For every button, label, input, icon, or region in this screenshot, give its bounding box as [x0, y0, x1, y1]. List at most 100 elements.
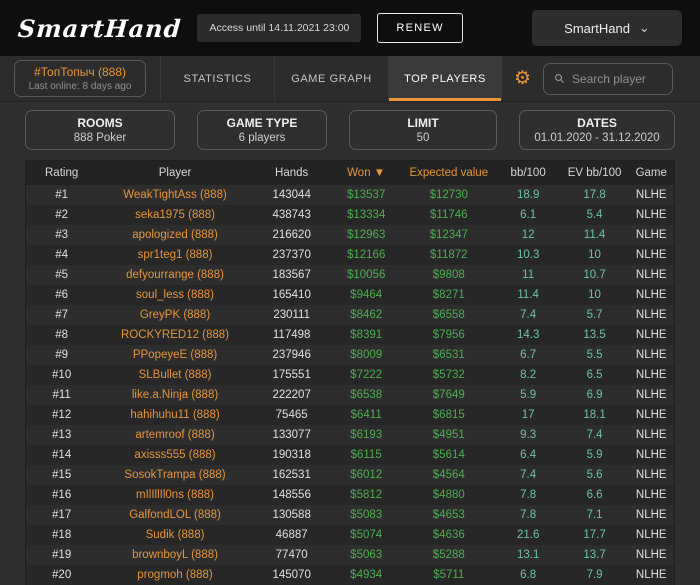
- cell-player[interactable]: WeakTightAss (888): [97, 189, 253, 201]
- column-header-won-[interactable]: Won ▼: [331, 167, 402, 179]
- column-header-player[interactable]: Player: [97, 167, 253, 179]
- cell-game: NLHE: [635, 449, 667, 461]
- cell-bb: 8.2: [520, 369, 537, 381]
- cell-hands: 130588: [272, 509, 311, 521]
- cell-bb: 13.5: [583, 329, 606, 341]
- column-header-expected-value[interactable]: Expected value: [402, 167, 496, 179]
- column-header-rating[interactable]: Rating: [26, 167, 97, 179]
- cell-player[interactable]: like.a.Ninja (888): [97, 389, 253, 401]
- cell-bb: 9.3: [520, 429, 537, 441]
- filter-game-type[interactable]: GAME TYPE 6 players: [197, 110, 327, 150]
- cell-rating: #17: [52, 509, 72, 521]
- filter-game-type-value: 6 players: [238, 132, 286, 144]
- filter-dates[interactable]: DATES 01.01.2020 - 31.12.2020: [519, 110, 675, 150]
- table-row[interactable]: #6 soul_less (888) 165410 $9464 $8271 11.4 10 N…: [26, 285, 674, 305]
- cell-game: NLHE: [635, 529, 667, 541]
- cell-player[interactable]: defyourrange (888): [97, 269, 253, 281]
- tab-game-graph[interactable]: GAME GRAPH: [274, 56, 388, 101]
- table-row[interactable]: #5 defyourrange (888) 183567 $10056 $9808 11 1…: [26, 265, 674, 285]
- cell-rating: #4: [55, 249, 69, 261]
- table-row[interactable]: #11 like.a.Ninja (888) 222207 $6538 $7649 5.9…: [26, 385, 674, 405]
- cell-player[interactable]: GreyPK (888): [97, 309, 253, 321]
- cell-bb: 6.5: [586, 369, 603, 381]
- table-row[interactable]: #4 spr1teg1 (888) 237370 $12166 $11872 10.3 10…: [26, 245, 674, 265]
- cell-bb: 18.9: [516, 189, 540, 201]
- cell-money: $5074: [350, 529, 383, 541]
- search-input[interactable]: [571, 71, 663, 86]
- cell-player[interactable]: soul_less (888): [97, 289, 253, 301]
- cell-rating: #10: [52, 369, 72, 381]
- table-row[interactable]: #16 mIlIllIl0ns (888) 148556 $5812 $4880 7.8 6…: [26, 485, 674, 505]
- cell-bb: 5.9: [520, 389, 537, 401]
- cell-hands: 77470: [275, 549, 308, 561]
- table-row[interactable]: #7 GreyPK (888) 230111 $8462 $6558 7.4 5.7 NLHE: [26, 305, 674, 325]
- table-row[interactable]: #15 SosokTrampa (888) 162531 $6012 $4564 7.4 5…: [26, 465, 674, 485]
- table-row[interactable]: #2 seka1975 (888) 438743 $13334 $11746 6.1 5.4…: [26, 205, 674, 225]
- table-row[interactable]: #17 GalfondLOL (888) 130588 $5083 $4653 7.8 7.…: [26, 505, 674, 525]
- cell-rating: #13: [52, 429, 72, 441]
- cell-game: NLHE: [635, 269, 667, 281]
- cell-player[interactable]: SLBullet (888): [97, 369, 253, 381]
- cell-hands: 237370: [272, 249, 311, 261]
- tab-statistics[interactable]: STATISTICS: [160, 56, 274, 101]
- cell-rating: #6: [55, 289, 69, 301]
- selected-player-box[interactable]: #ТопТопыч (888) Last online: 8 days ago: [14, 60, 146, 97]
- cell-hands: 216620: [272, 229, 311, 241]
- column-header-hands[interactable]: Hands: [253, 167, 331, 179]
- table-row[interactable]: #8 ROCKYRED12 (888) 117498 $8391 $7956 14.3 13…: [26, 325, 674, 345]
- cell-money: $9464: [350, 289, 383, 301]
- cell-bb: 7.8: [520, 509, 537, 521]
- cell-bb: 21.6: [516, 529, 540, 541]
- column-header-ev-bb-100[interactable]: EV bb/100: [561, 167, 629, 179]
- table-row[interactable]: #3 apologized (888) 216620 $12963 $12347 12 11…: [26, 225, 674, 245]
- cell-bb: 11.4: [583, 229, 606, 241]
- cell-player[interactable]: ROCKYRED12 (888): [97, 329, 253, 341]
- cell-player[interactable]: artemroof (888): [97, 429, 253, 441]
- filter-limit[interactable]: LIMIT 50: [349, 110, 497, 150]
- cell-bb: 6.1: [520, 209, 537, 221]
- column-header-game[interactable]: Game: [629, 167, 674, 179]
- smarthand-app: SmartHand Access until 14.11.2021 23:00 …: [0, 0, 700, 585]
- cell-bb: 5.7: [586, 309, 603, 321]
- cell-player[interactable]: SosokTrampa (888): [97, 469, 253, 481]
- table-row[interactable]: #19 brownboyL (888) 77470 $5063 $5288 13.1 13.…: [26, 545, 674, 565]
- cell-player[interactable]: hahihuhu11 (888): [97, 409, 253, 421]
- cell-player[interactable]: mIlIllIl0ns (888): [97, 489, 253, 501]
- cell-hands: 162531: [272, 469, 311, 481]
- table-row[interactable]: #18 Sudik (888) 46887 $5074 $4636 21.6 17.7 NLH…: [26, 525, 674, 545]
- account-label: SmartHand: [564, 20, 630, 36]
- cell-hands: 183567: [272, 269, 311, 281]
- table-header-row: Rating Player Hands Won ▼ Expected value bb/1…: [26, 161, 674, 185]
- search-box[interactable]: [543, 62, 674, 95]
- cell-rating: #12: [52, 409, 72, 421]
- cell-player[interactable]: progmoh (888): [97, 569, 253, 581]
- filter-rooms[interactable]: ROOMS 888 Poker: [25, 110, 175, 150]
- cell-player[interactable]: spr1teg1 (888): [97, 249, 253, 261]
- cell-money: $8462: [350, 309, 383, 321]
- table-row[interactable]: #20 progmoh (888) 145070 $4934 $5711 6.8 7.9 NL…: [26, 565, 674, 585]
- cell-player[interactable]: Sudik (888): [97, 529, 253, 541]
- gear-icon[interactable]: ⚙: [514, 69, 531, 88]
- tab-top-players[interactable]: TOP PLAYERS: [388, 56, 502, 101]
- renew-button[interactable]: RENEW: [377, 13, 463, 43]
- cell-bb: 14.3: [516, 329, 540, 341]
- cell-player[interactable]: seka1975 (888): [97, 209, 253, 221]
- cell-player[interactable]: brownboyL (888): [97, 549, 253, 561]
- table-row[interactable]: #10 SLBullet (888) 175551 $7222 $5732 8.2 6.5 N…: [26, 365, 674, 385]
- cell-bb: 10.3: [516, 249, 540, 261]
- cell-player[interactable]: axisss555 (888): [97, 449, 253, 461]
- table-row[interactable]: #12 hahihuhu11 (888) 75465 $6411 $6815 17 18.1…: [26, 405, 674, 425]
- cell-game: NLHE: [635, 409, 667, 421]
- account-menu-button[interactable]: SmartHand ⌄: [532, 10, 682, 46]
- table-row[interactable]: #1 WeakTightAss (888) 143044 $13537 $12730 18…: [26, 185, 674, 205]
- cell-money: $5063: [350, 549, 383, 561]
- table-row[interactable]: #13 artemroof (888) 133077 $6193 $4951 9.3 7.4…: [26, 425, 674, 445]
- tab-bar: #ТопТопыч (888) Last online: 8 days ago …: [0, 56, 700, 102]
- cell-player[interactable]: apologized (888): [97, 229, 253, 241]
- column-header-bb-100[interactable]: bb/100: [496, 167, 561, 179]
- cell-game: NLHE: [635, 309, 667, 321]
- cell-player[interactable]: PPopeyeE (888): [97, 349, 253, 361]
- table-row[interactable]: #9 PPopeyeE (888) 237946 $8009 $6531 6.7 5.5 NL…: [26, 345, 674, 365]
- cell-player[interactable]: GalfondLOL (888): [97, 509, 253, 521]
- table-row[interactable]: #14 axisss555 (888) 190318 $6115 $5614 6.4 5.9…: [26, 445, 674, 465]
